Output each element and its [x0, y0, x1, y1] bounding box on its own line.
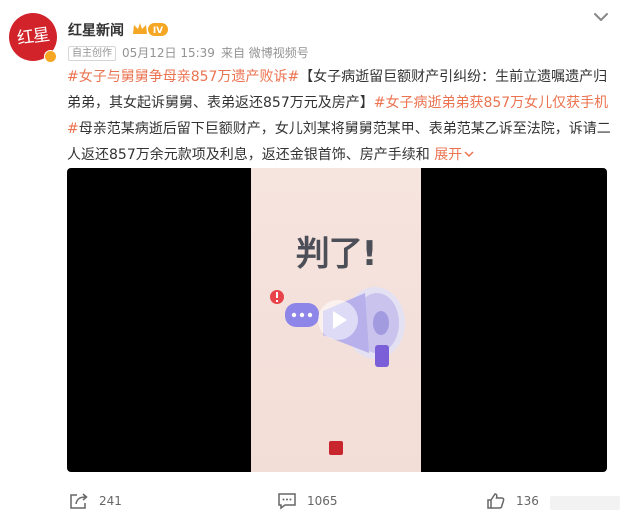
weibo-post-card: 红星 红星新闻 IV 自主创作 05月12日 15:39 来自 微博视频号 #女子与… [0, 0, 631, 522]
video-player[interactable]: 判了! [67, 168, 607, 472]
like-button[interactable]: 136 [486, 486, 539, 516]
comment-button[interactable]: 1065 [277, 486, 338, 516]
post-content: #女子与舅舅争母亲857万遗产败诉#【女子病逝留巨额财产引纠纷：生前立遗嘱遗产归… [67, 64, 612, 168]
post-time[interactable]: 05月12日 15:39 [122, 46, 215, 60]
share-count: 241 [99, 494, 122, 508]
verified-badge-icon [44, 50, 57, 63]
thumbs-up-icon [487, 493, 505, 509]
chevron-down-icon [464, 151, 474, 158]
video-poster: 判了! [251, 168, 421, 472]
comment-count: 1065 [307, 494, 338, 508]
share-icon [70, 493, 88, 509]
like-count: 136 [516, 494, 539, 508]
hashtag-link[interactable]: #女子与舅舅争母亲857万遗产败诉# [67, 69, 299, 85]
post-meta: 自主创作 05月12日 15:39 来自 微博视频号 [68, 44, 309, 61]
author-name[interactable]: 红星新闻 [68, 20, 124, 40]
share-button[interactable]: 241 [69, 486, 122, 516]
vip-crown-icon[interactable]: IV [131, 22, 169, 37]
content-text: 母亲范某病逝后留下巨额财产，女儿刘某将舅舅范某甲、表弟范某乙诉至法院，诉请二人返… [67, 121, 611, 163]
poster-title: 判了! [295, 234, 378, 274]
expand-link[interactable]: 展开 [434, 147, 474, 163]
post-source[interactable]: 来自 微博视频号 [221, 46, 309, 60]
original-tag: 自主创作 [68, 46, 116, 61]
action-bar: 241 1065 136 [0, 486, 631, 516]
comment-icon [278, 493, 296, 510]
vip-level: IV [153, 26, 163, 36]
play-button[interactable] [318, 300, 358, 340]
channel-logo-icon [329, 441, 343, 455]
chevron-down-icon[interactable] [592, 10, 610, 24]
watermark-overlay [550, 496, 620, 510]
expand-label: 展开 [434, 147, 463, 163]
